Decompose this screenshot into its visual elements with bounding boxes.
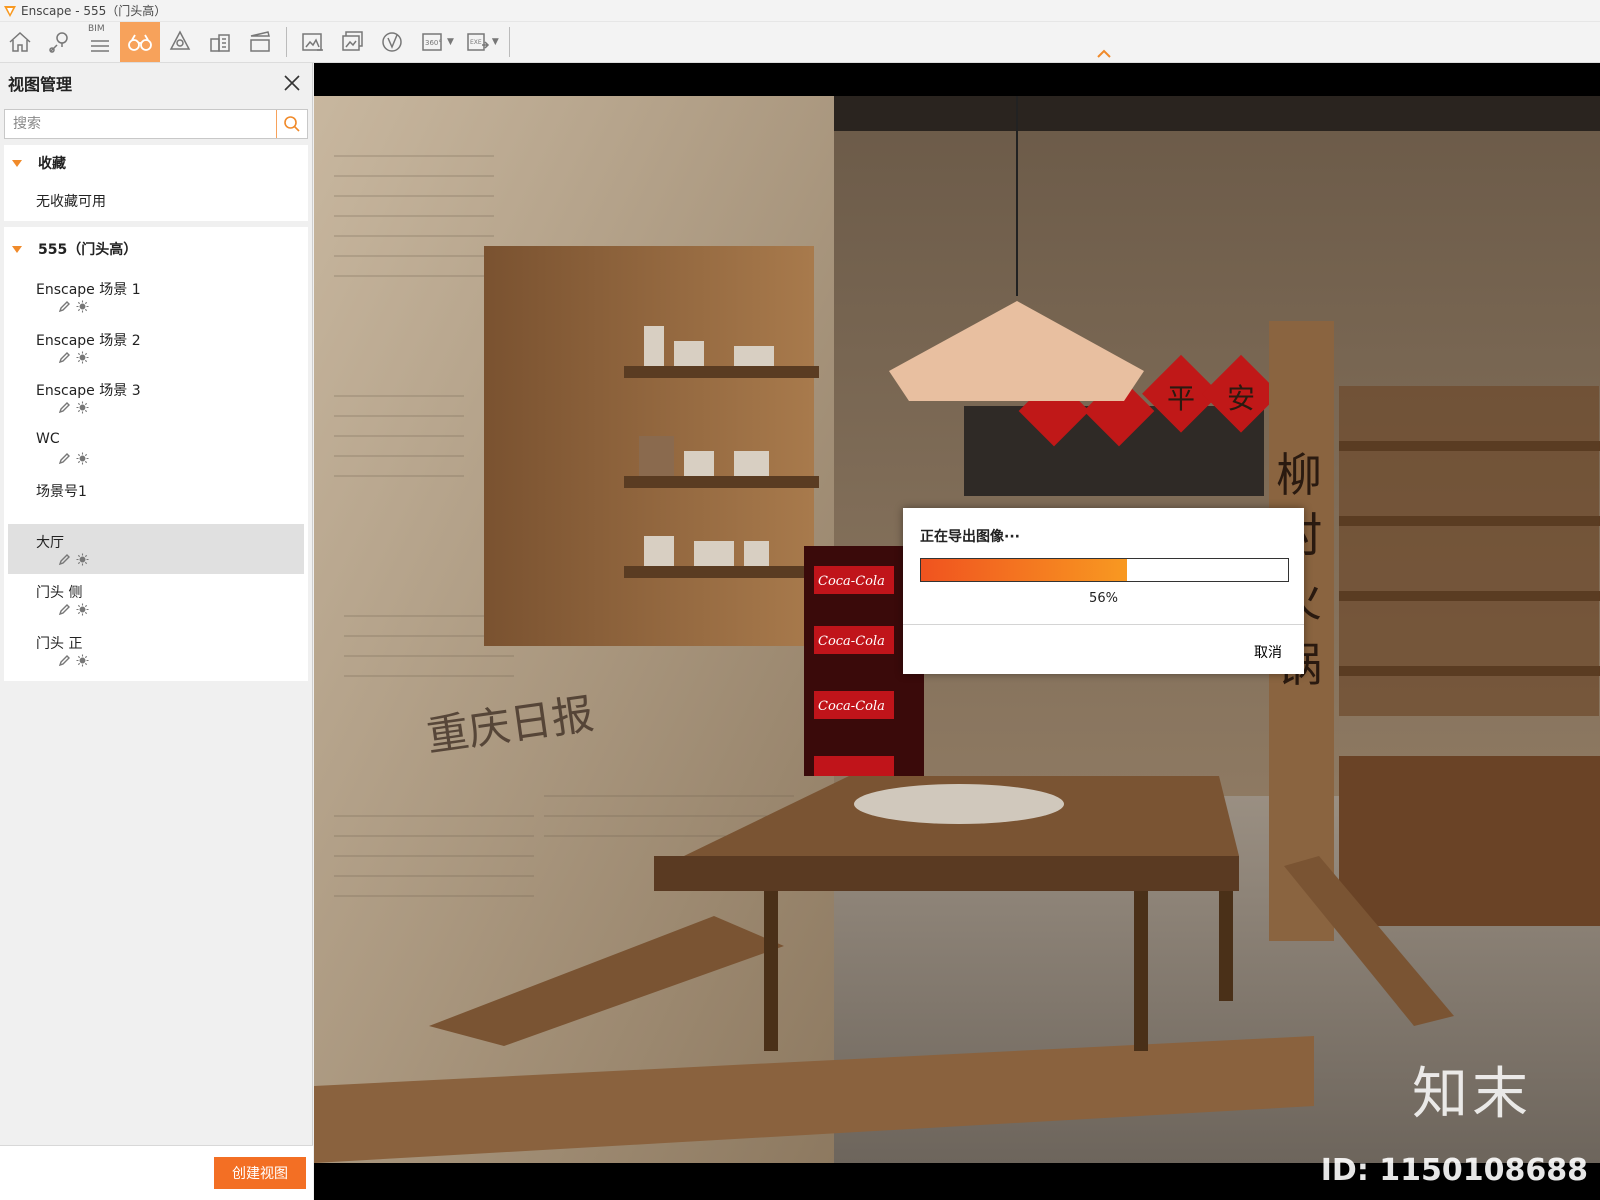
svg-text:EXE: EXE [470,39,482,46]
toolbar-separator [286,27,287,57]
bim-label: BIM [88,24,105,34]
svg-text:360°: 360° [425,39,442,47]
scene-label: 大厅 [36,534,64,551]
right-cabinet [1339,756,1600,926]
scene-icons [58,654,89,667]
collapse-toolbar-icon[interactable] [1095,46,1113,60]
enscape-logo-icon [4,5,16,17]
hotpot-inset [854,784,1064,824]
scene-label: 场景号1 [36,484,87,500]
lantern-char-an: 安 [1227,382,1255,415]
scene-item[interactable]: 大厅 [8,523,304,574]
bim-list-icon[interactable]: BIM [80,22,120,62]
favorites-empty-note: 无收藏可用 [36,194,106,210]
scene-list: Enscape 场景 1 Enscape 场景 2 Enscape 场景 3 WC 场景… [4,271,308,675]
export-progress-bar [920,558,1289,582]
sun-light-icon[interactable] [76,452,89,465]
edit-pencil-icon[interactable] [58,300,71,313]
panel-header: 视图管理 [0,63,312,103]
scene-item[interactable]: Enscape 场景 3 [4,372,308,423]
scene-label: 门头 侧 [36,585,83,601]
title-bar: Enscape - 555（门头高） [0,0,1600,22]
edit-pencil-icon[interactable] [58,603,71,616]
search-box [4,109,308,139]
clapperboard-icon[interactable] [240,22,280,62]
binoculars-icon[interactable] [120,22,160,62]
edit-pencil-icon[interactable] [58,452,71,465]
edit-pencil-icon[interactable] [58,553,71,566]
building-icon[interactable] [200,22,240,62]
sun-light-icon[interactable] [76,351,89,364]
enscape-window: Enscape - 555（门头高） BIM 360° ▼ EXE ▼ 视图管理… [0,0,1600,1200]
vr-export-icon[interactable] [373,22,413,62]
progress-percent: 56% [1089,591,1118,606]
location-pin-icon[interactable] [40,22,80,62]
panel-title: 视图管理 [8,75,73,94]
scene-icons [58,553,89,566]
window-title: Enscape - 555（门头高） [21,4,167,18]
scene-item[interactable]: WC [4,423,308,474]
coke-logo-3: Coca-Cola [818,699,885,714]
svg-text:柳: 柳 [1276,448,1322,502]
sun-light-icon[interactable] [76,654,89,667]
edit-pencil-icon[interactable] [58,654,71,667]
lantern-char-ping: 平 [1167,382,1195,415]
scene-item[interactable]: 门头 正 [4,625,308,676]
sun-light-icon[interactable] [76,401,89,414]
batch-export-icon[interactable] [333,22,373,62]
sun-light-icon[interactable] [76,553,89,566]
panorama-360-icon[interactable]: 360° [413,22,453,62]
edit-pencil-icon[interactable] [58,351,71,364]
scene-label: Enscape 场景 3 [36,383,141,399]
project-header[interactable]: 555（门头高） [4,227,308,271]
scene-item[interactable]: Enscape 场景 2 [4,322,308,373]
scene-icons [58,351,89,364]
search-input[interactable] [5,110,276,138]
toolbar-separator [508,27,510,57]
coke-logo-1: Coca-Cola [818,574,885,589]
create-view-button[interactable]: 创建视图 [214,1157,306,1189]
sun-light-icon[interactable] [76,603,89,616]
scene-icons [58,603,89,616]
coke-logo-2: Coca-Cola [818,634,885,649]
export-image-icon[interactable] [293,22,333,62]
watermark-id: ID: 1150108688 [1320,1153,1588,1188]
scene-label: WC [36,430,60,447]
main-toolbar: BIM 360° ▼ EXE ▼ [0,22,1600,63]
project-group: 555（门头高） Enscape 场景 1 Enscape 场景 2 Enscape… [4,227,308,681]
export-exe-icon[interactable]: EXE [458,22,498,62]
expand-triangle-icon[interactable] [12,159,22,167]
edit-pencil-icon[interactable] [58,401,71,414]
close-icon[interactable] [282,73,302,93]
scene-icons [58,452,89,465]
scene-icons [58,401,89,414]
scene-icons [58,300,89,313]
watermark-logo: 知末 [1412,1062,1532,1127]
progress-fill [921,559,1127,581]
scene-label: Enscape 场景 2 [36,332,141,349]
dialog-title: 正在导出图像··· [920,529,1020,545]
view-management-panel: 视图管理 收藏 无收藏可用 555（门头高） Enscape 场景 1Ensca… [0,63,313,1200]
bell-asset-icon[interactable] [160,22,200,62]
search-button[interactable] [276,110,307,138]
home-icon[interactable] [0,22,40,62]
search-icon [284,116,300,132]
cancel-button[interactable]: 取消 [1254,642,1282,662]
expand-triangle-icon[interactable] [12,245,22,253]
scene-item[interactable]: Enscape 场景 1 [4,271,308,322]
panel-footer: 创建视图 [0,1145,313,1200]
export-progress-dialog: 正在导出图像··· 56% 取消 [903,508,1304,674]
scene-label: Enscape 场景 1 [36,282,141,298]
scene-item[interactable]: 场景号1 [4,473,308,524]
favorites-group: 收藏 无收藏可用 [4,145,308,221]
dialog-divider [903,624,1304,625]
favorites-header[interactable]: 收藏 [4,145,308,181]
scene-item[interactable]: 门头 侧 [4,574,308,625]
favorites-label: 收藏 [38,156,66,172]
project-label: 555（门头高） [38,242,138,258]
scene-label: 门头 正 [36,635,83,652]
sun-light-icon[interactable] [76,300,89,313]
